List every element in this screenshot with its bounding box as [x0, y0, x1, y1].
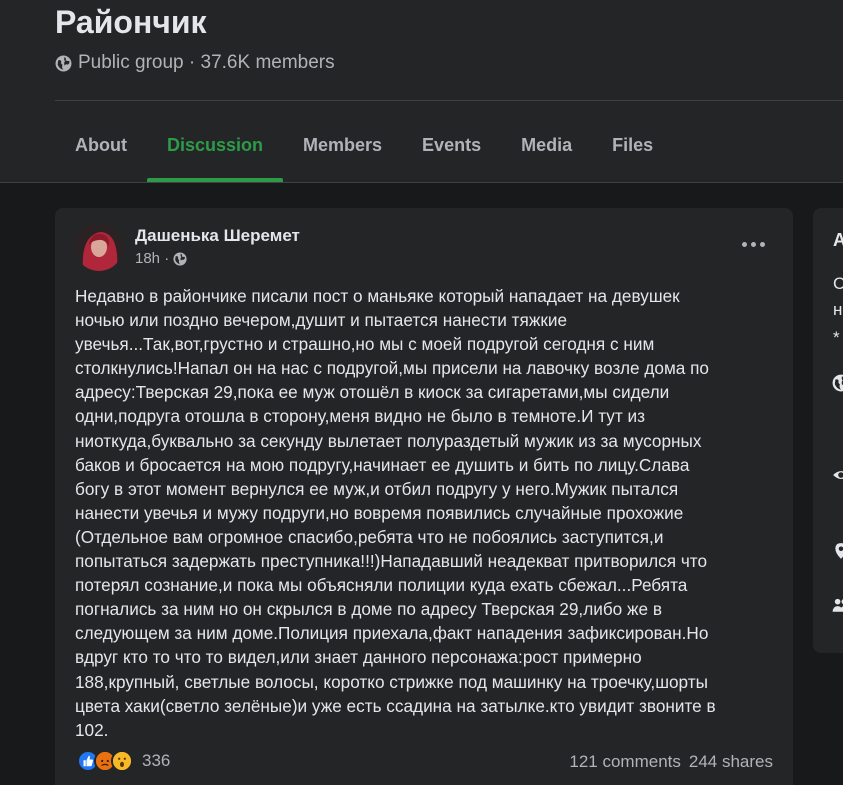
side-card-text: *	[833, 328, 840, 347]
post-stats: 121 comments 244 shares	[569, 752, 773, 772]
post-text-line: баков и бросается на мою подругу,начинае…	[75, 454, 690, 475]
pin-icon	[835, 543, 843, 559]
tab-about[interactable]: About	[55, 108, 147, 182]
avatar[interactable]	[75, 223, 123, 271]
shares-count[interactable]: 244 shares	[689, 752, 773, 772]
people-icon	[832, 598, 843, 612]
post-text-line: ночью или поздно вечером,душит и пытаетс…	[75, 310, 568, 331]
post-time-text[interactable]: 18h ·	[135, 250, 169, 267]
reaction-count[interactable]: 336	[142, 751, 170, 771]
group-header: Райончик Public group · 37.6K members Ab…	[0, 0, 843, 183]
post-text-line: нанести увечья и мужу подруги,но вовремя…	[75, 502, 684, 523]
post-text-line: погнались за ним но он скрылся в доме по…	[75, 599, 662, 620]
tab-files[interactable]: Files	[592, 108, 673, 182]
tab-media[interactable]: Media	[501, 108, 592, 182]
group-tabs: About Discussion Members Events Media Fi…	[55, 108, 673, 182]
post-text-line: Недавно в райончике писали пост о маньяк…	[75, 286, 680, 306]
post-text-line: 188,крупный, светлые волосы, коротко стр…	[75, 671, 708, 692]
post-time: 18h ·	[135, 250, 187, 267]
post-text-line: одни,подруга отошла в сторону,меня видно…	[75, 406, 646, 427]
side-card-text: н	[833, 300, 843, 319]
post-author[interactable]: Дашенька Шеремет	[135, 226, 300, 246]
post-text-line: 102.	[75, 719, 109, 740]
tab-events[interactable]: Events	[402, 108, 501, 182]
globe-icon	[832, 374, 843, 392]
globe-icon	[173, 251, 187, 266]
header-divider	[55, 100, 843, 101]
side-card-text: C	[833, 274, 843, 293]
side-card-title: A	[833, 230, 843, 250]
more-icon[interactable]	[735, 232, 771, 256]
post-text-line: попытаться задержать преступника!!!)Напа…	[75, 551, 708, 572]
post-card: Дашенька Шеремет 18h · Недавно в райончи…	[55, 208, 793, 785]
comments-count[interactable]: 121 comments	[569, 752, 681, 772]
tab-members[interactable]: Members	[283, 108, 402, 182]
about-side-card: A C н *	[813, 208, 843, 653]
post-text-line: адресу:Тверская 29,пока ее муж отошёл в …	[75, 382, 670, 403]
post-text-line: следующем за ним доме.Полиция приехала,ф…	[75, 623, 709, 644]
globe-icon	[55, 55, 72, 71]
post-text-line: цвета хаки(светло зелёные)и уже есть сса…	[75, 695, 716, 716]
post-text-line: увечья...Так,вот,грустно и страшно,но мы…	[75, 334, 655, 355]
post-text-line: потерял сознание,и пока мы объясняли пол…	[75, 575, 688, 596]
tab-discussion[interactable]: Discussion	[146, 108, 284, 182]
wow-icon	[111, 750, 133, 772]
post-text-line: (Отдельное вам огромное спасибо,ребята ч…	[75, 526, 664, 547]
post-text-line: вдруг кто то что то видел,или знает данн…	[75, 647, 642, 668]
post-text-line: ниоткуда,буквально за секунду вылетает п…	[75, 430, 702, 451]
eye-icon	[833, 471, 843, 479]
group-meta-text: Public group · 37.6K members	[78, 52, 335, 73]
post-text: Недавно в райончике писали пост о маньяк…	[75, 284, 775, 742]
group-meta: Public group · 37.6K members	[55, 52, 335, 74]
reactions-summary[interactable]: 336	[77, 750, 170, 772]
group-title[interactable]: Райончик	[55, 2, 207, 42]
post-text-line: богу в этот момент вернулся ее муж,и отб…	[75, 478, 679, 499]
avatar-image	[75, 223, 123, 271]
post-text-line: столкнулись!Напал он на нас с подругой,м…	[75, 358, 709, 379]
